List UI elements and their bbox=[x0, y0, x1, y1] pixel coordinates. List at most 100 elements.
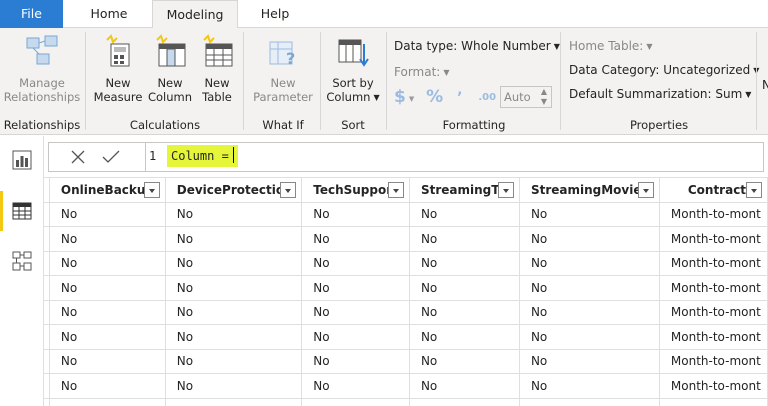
currency-button[interactable]: $ bbox=[394, 87, 406, 107]
table-cell[interactable]: No bbox=[409, 373, 520, 399]
table-cell[interactable]: No bbox=[519, 275, 660, 301]
table-cell[interactable] bbox=[519, 398, 660, 406]
commit-formula-button[interactable] bbox=[101, 148, 121, 169]
filter-dropdown-icon[interactable] bbox=[637, 182, 654, 198]
formula-box: 1 Column = bbox=[48, 142, 764, 172]
new-table-button[interactable]: New Table bbox=[196, 28, 238, 114]
default-summarization-dropdown[interactable]: Default Summarization: Sum ▼ bbox=[569, 87, 751, 101]
percent-button[interactable]: % bbox=[426, 87, 443, 107]
table-cell[interactable]: No bbox=[409, 349, 520, 374]
table-cell[interactable]: No bbox=[165, 324, 303, 350]
new-column-button[interactable]: New Column bbox=[144, 28, 196, 114]
table-cell[interactable] bbox=[659, 398, 768, 406]
report-view-button[interactable] bbox=[0, 140, 44, 180]
table-cell[interactable]: Month-to-mont bbox=[659, 373, 768, 399]
cancel-formula-button[interactable] bbox=[69, 148, 87, 169]
column-header[interactable]: DeviceProtection bbox=[165, 178, 303, 203]
column-header[interactable]: TechSupport bbox=[301, 178, 410, 203]
sort-by-column-button[interactable]: Sort by Column ▼ bbox=[322, 28, 384, 114]
tab-home[interactable]: Home bbox=[78, 0, 140, 28]
decimal-places-button[interactable]: .00 bbox=[478, 92, 496, 103]
home-table-dropdown[interactable]: Home Table: ▼ bbox=[569, 39, 652, 53]
column-header[interactable]: StreamingTV bbox=[409, 178, 520, 203]
tab-file[interactable]: File bbox=[0, 0, 63, 28]
table-cell[interactable] bbox=[165, 398, 303, 406]
table-cell[interactable]: No bbox=[409, 324, 520, 350]
table-cell[interactable]: Month-to-mont bbox=[659, 275, 768, 301]
model-view-button[interactable] bbox=[0, 240, 44, 280]
table-cell[interactable]: No bbox=[301, 373, 410, 399]
new-parameter-button[interactable]: ? New Parameter bbox=[248, 28, 318, 114]
table-cell[interactable]: No bbox=[49, 300, 166, 325]
table-cell[interactable]: No bbox=[49, 202, 166, 227]
table-cell[interactable]: No bbox=[165, 251, 303, 276]
table-cell[interactable]: No bbox=[49, 373, 166, 399]
chevron-down-icon: ▼ bbox=[443, 68, 450, 77]
table-cell[interactable]: No bbox=[49, 275, 166, 301]
table-cell[interactable]: No bbox=[409, 275, 520, 301]
manage-relationships-button[interactable]: Manage Relationships bbox=[2, 28, 82, 114]
table-header-row: OnlineBackup DeviceProtection TechSupport S… bbox=[44, 178, 768, 203]
table-cell[interactable] bbox=[49, 398, 166, 406]
table-cell[interactable]: No bbox=[165, 373, 303, 399]
filter-dropdown-icon[interactable] bbox=[387, 182, 404, 198]
table-cell[interactable] bbox=[409, 398, 520, 406]
table-cell[interactable]: No bbox=[409, 251, 520, 276]
table-cell[interactable]: No bbox=[409, 300, 520, 325]
table-cell[interactable]: No bbox=[301, 251, 410, 276]
table-cell[interactable]: Month-to-mont bbox=[659, 202, 768, 227]
table-cell[interactable]: No bbox=[301, 300, 410, 325]
table-cell[interactable]: No bbox=[301, 226, 410, 252]
comma-button[interactable]: ’ bbox=[457, 90, 462, 106]
filter-dropdown-icon[interactable] bbox=[280, 182, 297, 198]
table-cell[interactable]: Month-to-mont bbox=[659, 300, 768, 325]
table-cell[interactable]: No bbox=[409, 226, 520, 252]
filter-dropdown-icon[interactable] bbox=[497, 182, 514, 198]
filter-dropdown-icon[interactable] bbox=[746, 182, 762, 198]
table-cell[interactable]: No bbox=[301, 324, 410, 350]
column-header[interactable]: Contract bbox=[659, 178, 768, 203]
data-type-dropdown[interactable]: Data type: Whole Number ▼ bbox=[394, 39, 560, 53]
table-cell[interactable]: No bbox=[165, 349, 303, 374]
table-row: No No No No No Month-to-mont bbox=[44, 275, 768, 301]
table-cell[interactable]: No bbox=[301, 202, 410, 227]
table-cell[interactable]: No bbox=[49, 324, 166, 350]
table-cell[interactable]: Month-to-mont bbox=[659, 349, 768, 374]
stepper-arrows-icon[interactable]: ▲ ▼ bbox=[541, 87, 547, 107]
table-cell[interactable]: Month-to-mont bbox=[659, 226, 768, 252]
table-cell[interactable]: No bbox=[519, 373, 660, 399]
table-cell[interactable]: No bbox=[301, 275, 410, 301]
table-cell[interactable]: No bbox=[165, 226, 303, 252]
new-measure-button[interactable]: New Measure bbox=[92, 28, 144, 114]
table-cell[interactable] bbox=[301, 398, 410, 406]
table-cell[interactable]: No bbox=[49, 349, 166, 374]
filter-dropdown-icon[interactable] bbox=[143, 182, 160, 198]
format-dropdown[interactable]: Format: ▼ bbox=[394, 65, 450, 79]
ribbon-separator bbox=[85, 32, 86, 130]
table-cell[interactable]: No bbox=[519, 324, 660, 350]
model-diagram-icon bbox=[12, 250, 32, 275]
table-cell[interactable]: No bbox=[519, 202, 660, 227]
table-cell[interactable]: No bbox=[519, 251, 660, 276]
table-cell[interactable]: No bbox=[165, 202, 303, 227]
table-cell[interactable]: No bbox=[519, 300, 660, 325]
data-category-dropdown[interactable]: Data Category: Uncategorized▼ bbox=[569, 63, 759, 77]
table-cell[interactable]: No bbox=[519, 349, 660, 374]
ribbon-separator bbox=[243, 32, 244, 130]
table-cell[interactable]: No bbox=[49, 226, 166, 252]
column-header[interactable]: OnlineBackup bbox=[49, 178, 166, 203]
column-header[interactable]: StreamingMovies bbox=[519, 178, 660, 203]
table-cell[interactable]: No bbox=[409, 202, 520, 227]
table-cell[interactable]: Month-to-mont bbox=[659, 324, 768, 350]
table-cell[interactable]: No bbox=[519, 226, 660, 252]
table-cell[interactable]: No bbox=[165, 275, 303, 301]
formula-editor[interactable]: Column = bbox=[167, 145, 238, 167]
tab-help[interactable]: Help bbox=[253, 0, 297, 28]
decimal-places-stepper[interactable]: Auto ▲ ▼ bbox=[500, 86, 552, 108]
tab-modeling[interactable]: Modeling bbox=[152, 0, 238, 29]
data-view-button[interactable] bbox=[0, 191, 44, 231]
table-cell[interactable]: No bbox=[49, 251, 166, 276]
table-cell[interactable]: No bbox=[301, 349, 410, 374]
table-cell[interactable]: Month-to-mont bbox=[659, 251, 768, 276]
table-cell[interactable]: No bbox=[165, 300, 303, 325]
